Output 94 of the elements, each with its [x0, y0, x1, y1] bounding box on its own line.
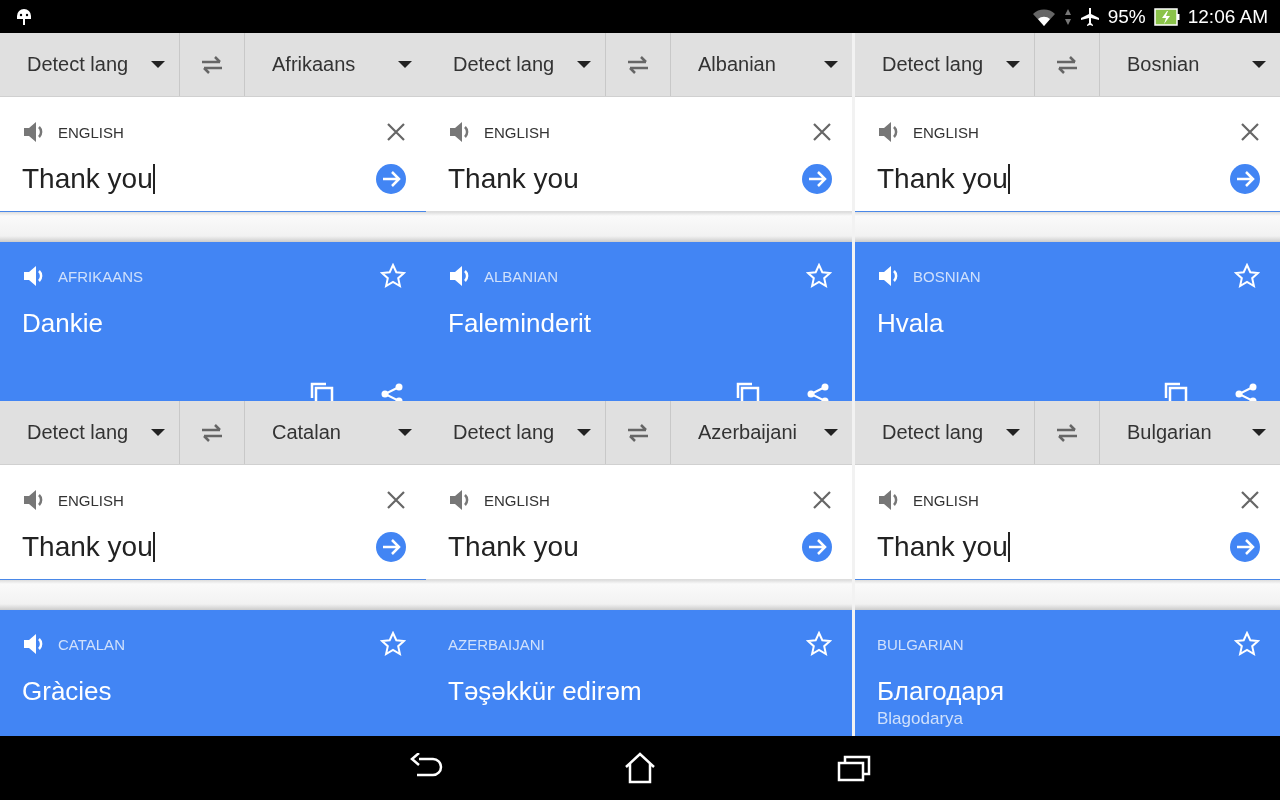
target-language-label: AZERBAIJANI: [448, 635, 546, 653]
caret-icon: [1252, 60, 1266, 69]
source-language-label: ENGLISH: [484, 123, 551, 141]
translation-text: Благодаря: [877, 676, 1006, 707]
input-text: Thank you: [448, 163, 579, 195]
target-language-dropdown[interactable]: Azerbaijani: [671, 401, 852, 464]
input-text: Thank you: [877, 163, 1008, 195]
caret-icon: [1006, 428, 1020, 437]
caret-icon: [577, 60, 591, 69]
star-icon[interactable]: [1234, 263, 1260, 289]
star-icon[interactable]: [806, 631, 832, 657]
caret-icon: [151, 428, 165, 437]
data-arrows-icon: [1063, 7, 1072, 26]
copy-icon[interactable]: [736, 382, 760, 401]
target-language-dropdown[interactable]: Albanian: [671, 33, 852, 96]
target-language-dropdown[interactable]: Afrikaans: [245, 33, 426, 96]
swap-icon: [1055, 55, 1079, 74]
copy-icon[interactable]: [310, 382, 334, 401]
source-language-label: ENGLISH: [484, 491, 551, 509]
input-text: Thank you: [448, 531, 579, 563]
source-language-label: ENGLISH: [58, 491, 125, 509]
clock: 12:06 AM: [1187, 5, 1268, 28]
text-cursor: [1007, 532, 1010, 562]
arrow-right-circle-icon[interactable]: [1230, 532, 1260, 562]
target-language-label: BOSNIAN: [913, 267, 982, 285]
battery-percent: 95%: [1107, 5, 1146, 28]
star-icon[interactable]: [1234, 631, 1260, 657]
star-icon[interactable]: [380, 263, 406, 289]
translation-text: Dankie: [22, 308, 104, 339]
translation-text: Faleminderit: [448, 308, 593, 339]
source-language-dropdown[interactable]: Detect lang: [0, 401, 180, 464]
star-icon[interactable]: [806, 263, 832, 289]
input-field[interactable]: ENGLISH Thank you: [855, 465, 1280, 580]
close-icon[interactable]: [386, 490, 406, 510]
text-cursor: [152, 164, 155, 194]
caret-icon: [577, 428, 591, 437]
source-language-label: ENGLISH: [58, 123, 125, 141]
battery-charging-icon: [1153, 6, 1180, 27]
caret-icon: [824, 428, 838, 437]
caret-icon: [824, 60, 838, 69]
input-field[interactable]: ENGLISH Thank you: [0, 465, 426, 580]
target-language-label: AFRIKAANS: [58, 267, 145, 285]
home-icon[interactable]: [623, 752, 657, 784]
close-icon[interactable]: [812, 122, 832, 142]
android-icon: [16, 6, 32, 27]
translation-text: Gràcies: [22, 676, 113, 707]
star-icon[interactable]: [380, 631, 406, 657]
caret-icon: [151, 60, 165, 69]
arrow-right-circle-icon[interactable]: [1230, 164, 1260, 194]
romanization-text: Blagodarya: [877, 709, 964, 729]
swap-icon: [200, 423, 224, 442]
caret-icon: [398, 428, 412, 437]
arrow-right-circle-icon[interactable]: [802, 532, 832, 562]
swap-icon: [626, 55, 650, 74]
caret-icon: [1252, 428, 1266, 437]
airplane-icon: [1079, 6, 1100, 27]
source-language-dropdown[interactable]: Detect lang: [426, 401, 606, 464]
target-language-label: BULGARIAN: [877, 635, 965, 653]
caret-icon: [1006, 60, 1020, 69]
target-language-dropdown[interactable]: Bosnian: [1100, 33, 1280, 96]
arrow-right-circle-icon[interactable]: [376, 164, 406, 194]
input-field[interactable]: ENGLISH Thank you: [0, 97, 426, 212]
close-icon[interactable]: [812, 490, 832, 510]
target-language-label: CATALAN: [58, 635, 126, 653]
text-cursor: [152, 532, 155, 562]
target-language-dropdown[interactable]: Catalan: [245, 401, 426, 464]
source-language-label: ENGLISH: [913, 491, 980, 509]
input-field[interactable]: ENGLISH Thank you: [426, 465, 852, 580]
arrow-right-circle-icon[interactable]: [802, 164, 832, 194]
input-text: Thank you: [877, 531, 1008, 563]
copy-icon[interactable]: [1164, 382, 1188, 401]
arrow-right-circle-icon[interactable]: [376, 532, 406, 562]
source-language-dropdown[interactable]: Detect lang: [855, 33, 1035, 96]
source-language-dropdown[interactable]: Detect lang: [855, 401, 1035, 464]
target-language-dropdown[interactable]: Bulgarian: [1100, 401, 1280, 464]
input-text: Thank you: [22, 163, 153, 195]
swap-icon: [200, 55, 224, 74]
source-language-dropdown[interactable]: Detect lang: [426, 33, 606, 96]
close-icon[interactable]: [386, 122, 406, 142]
input-field[interactable]: ENGLISH Thank you: [426, 97, 852, 212]
target-language-label: ALBANIAN: [484, 267, 560, 285]
swap-icon: [1055, 423, 1079, 442]
input-field[interactable]: ENGLISH Thank you: [855, 97, 1280, 212]
source-language-dropdown[interactable]: Detect lang: [0, 33, 180, 96]
text-cursor: [1007, 164, 1010, 194]
caret-icon: [398, 60, 412, 69]
source-language-label: ENGLISH: [913, 123, 980, 141]
input-text: Thank you: [22, 531, 153, 563]
translation-text: Hvala: [877, 308, 945, 339]
close-icon[interactable]: [1240, 490, 1260, 510]
close-icon[interactable]: [1240, 122, 1260, 142]
recents-icon[interactable]: [837, 754, 871, 782]
translation-text: Təşəkkür edirəm: [448, 676, 643, 707]
swap-icon: [626, 423, 650, 442]
